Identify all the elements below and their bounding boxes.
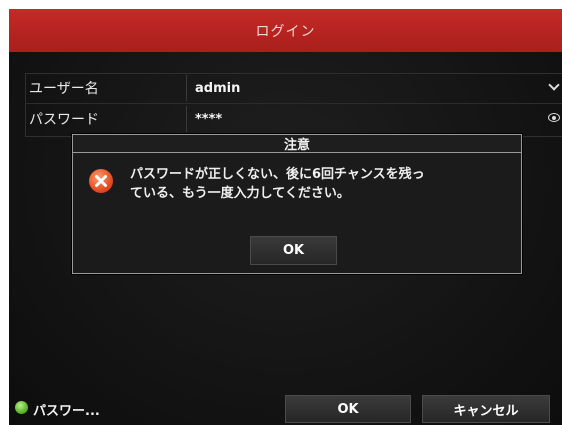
ok-button[interactable]: OK <box>285 395 411 423</box>
password-label: パスワード <box>25 106 187 132</box>
error-icon <box>89 169 113 193</box>
close-x-glyph <box>95 175 107 187</box>
chevron-down-icon[interactable] <box>548 79 560 91</box>
status-indicator-icon <box>15 401 28 414</box>
window-title: ログイン <box>255 23 316 40</box>
dialog-title: 注意 <box>73 135 521 153</box>
login-screen: ログイン ユーザー名 admin パスワード **** 注意 パスワードが正しく… <box>9 9 562 425</box>
password-row: パスワード **** <box>25 106 562 132</box>
username-label: ユーザー名 <box>25 75 187 101</box>
form-divider <box>25 103 562 104</box>
password-field[interactable]: **** <box>187 106 562 132</box>
window-title-bar: ログイン <box>9 9 562 52</box>
eye-icon[interactable] <box>548 113 560 122</box>
username-select[interactable]: admin <box>187 75 562 101</box>
status-text: パスワー... <box>33 404 100 419</box>
dialog-ok-button[interactable]: OK <box>250 236 337 265</box>
bottom-bar: パスワー... OK キャンセル <box>9 391 562 425</box>
alert-dialog: 注意 パスワードが正しくない、後に6回チャンスを残っ ている、もう一度入力してく… <box>72 134 522 274</box>
dialog-message: パスワードが正しくない、後に6回チャンスを残っ ている、もう一度入力してください… <box>130 167 425 201</box>
username-value: admin <box>195 80 241 96</box>
username-row: ユーザー名 admin <box>25 75 562 101</box>
cancel-button[interactable]: キャンセル <box>422 395 550 423</box>
password-value: **** <box>195 111 223 127</box>
